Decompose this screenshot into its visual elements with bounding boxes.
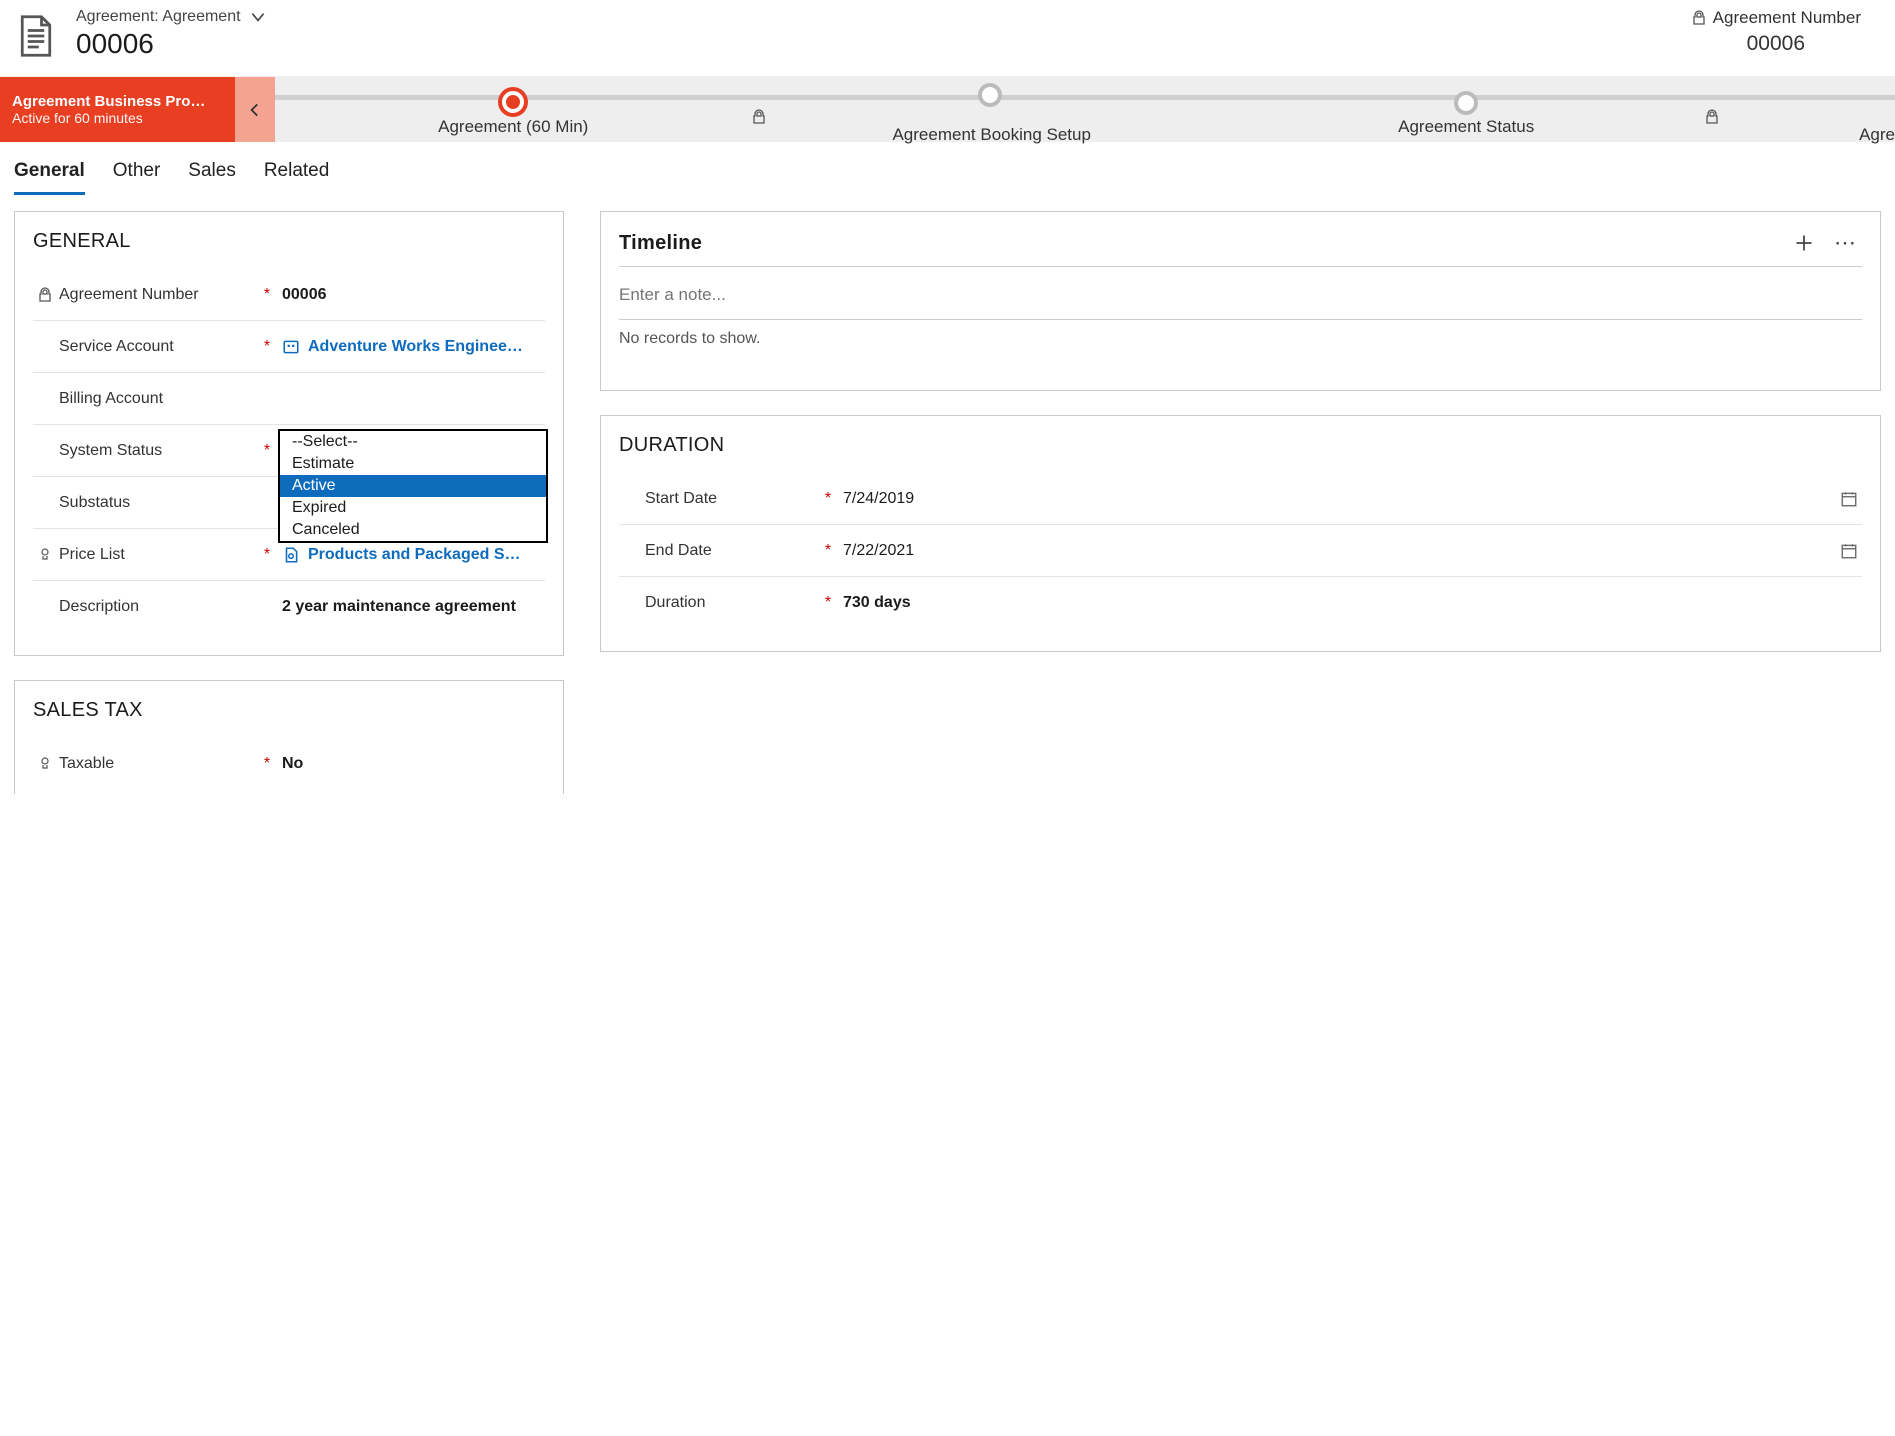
tab-other[interactable]: Other (113, 154, 161, 195)
section-sales-tax: SALES TAX Taxable * No (14, 680, 564, 794)
field-description: Description 2 year maintenance agreement (33, 581, 545, 633)
account-icon (282, 338, 300, 356)
header-key-field: Agreement Number 00006 (1691, 8, 1881, 56)
field-label: Substatus (59, 494, 130, 512)
section-duration: DURATION Start Date * 7/24/2019 End Date… (600, 415, 1881, 652)
required-indicator: * (260, 442, 274, 460)
chevron-down-icon (249, 8, 267, 26)
form-tabs: General Other Sales Related (0, 142, 1895, 195)
field-label: Price List (59, 546, 125, 564)
field-label: Service Account (59, 338, 174, 356)
field-taxable: Taxable * No (33, 738, 545, 790)
tab-general[interactable]: General (14, 154, 85, 195)
section-title: SALES TAX (33, 699, 545, 722)
required-indicator: * (260, 286, 274, 304)
section-general: GENERAL Agreement Number * 00006 Service… (14, 211, 564, 656)
timeline-add-button[interactable] (1794, 233, 1828, 253)
field-end-date: End Date * 7/22/2021 (619, 525, 1862, 577)
stage-circle-icon (498, 87, 528, 117)
header-key-label: Agreement Number (1713, 8, 1861, 28)
field-billing-account: Billing Account (33, 373, 545, 425)
stage-label: Agreement Status (1398, 117, 1534, 136)
recommendation-icon (37, 756, 53, 772)
field-label: Taxable (59, 755, 114, 773)
option-select[interactable]: --Select-- (280, 431, 546, 453)
lock-icon (1704, 109, 1895, 125)
lock-icon (37, 287, 53, 303)
breadcrumb-text: Agreement: Agreement (76, 8, 241, 26)
option-active[interactable]: Active (280, 475, 546, 497)
stage-booking-setup[interactable]: Agreement Booking Setup (751, 75, 1227, 145)
option-expired[interactable]: Expired (280, 497, 546, 519)
section-title: DURATION (619, 434, 1862, 457)
pricelist-icon (282, 546, 300, 564)
section-timeline: Timeline ⋯ No records to show. (600, 211, 1881, 391)
lock-icon (1691, 10, 1707, 26)
process-name: Agreement Business Pro… (12, 93, 223, 110)
calendar-icon[interactable] (1840, 490, 1858, 508)
required-indicator: * (260, 338, 274, 356)
lookup-link[interactable]: Adventure Works Enginee… (308, 338, 523, 356)
process-duration: Active for 60 minutes (12, 110, 223, 126)
required-indicator: * (821, 542, 835, 560)
field-value: 00006 (282, 286, 541, 304)
option-estimate[interactable]: Estimate (280, 453, 546, 475)
stage-label: Agreement Booking Setup (892, 125, 1090, 144)
field-label: Agreement Number (59, 286, 199, 304)
field-system-status: System Status * --Select-- Estimate Acti… (33, 425, 545, 477)
tab-related[interactable]: Related (264, 154, 330, 195)
header-key-value: 00006 (1691, 32, 1861, 56)
field-label: Billing Account (59, 390, 163, 408)
stage-agreement[interactable]: Agreement (60 Min) (275, 83, 751, 137)
field-label: Start Date (645, 490, 717, 508)
record-type-icon (14, 14, 58, 58)
stage-circle-icon (978, 83, 1002, 107)
field-service-account: Service Account * Adventure Works Engine… (33, 321, 545, 373)
stage-label: Agreement (60 Min) (438, 117, 588, 136)
option-canceled[interactable]: Canceled (280, 519, 546, 541)
required-indicator: * (821, 490, 835, 508)
calendar-icon[interactable] (1840, 542, 1858, 560)
page-title: 00006 (76, 28, 1673, 60)
lock-icon (751, 109, 1227, 125)
date-value[interactable]: 7/22/2021 (843, 542, 914, 560)
process-summary[interactable]: Agreement Business Pro… Active for 60 mi… (0, 77, 235, 142)
section-title: GENERAL (33, 230, 545, 253)
field-start-date: Start Date * 7/24/2019 (619, 473, 1862, 525)
recommendation-icon (37, 547, 53, 563)
tab-sales[interactable]: Sales (188, 154, 236, 195)
timeline-empty-text: No records to show. (619, 320, 1862, 368)
system-status-dropdown: --Select-- Estimate Active Expired Cance… (278, 429, 548, 543)
stage-circle-icon (1454, 91, 1478, 115)
text-input[interactable]: 2 year maintenance agreement (282, 598, 541, 616)
boolean-value[interactable]: No (282, 755, 541, 773)
field-duration: Duration * 730 days (619, 577, 1862, 629)
field-label: Duration (645, 594, 705, 612)
stage-label: Agre (1859, 125, 1895, 144)
stage-agreement-status[interactable]: Agreement Status (1228, 83, 1704, 137)
section-title: Timeline (619, 232, 1794, 255)
field-label: Description (59, 598, 139, 616)
date-value[interactable]: 7/24/2019 (843, 490, 914, 508)
timeline-more-button[interactable]: ⋯ (1828, 230, 1862, 256)
process-collapse-button[interactable] (235, 77, 275, 142)
lookup-link[interactable]: Products and Packaged S… (308, 546, 521, 564)
breadcrumb[interactable]: Agreement: Agreement (76, 8, 1673, 26)
duration-value[interactable]: 730 days (843, 594, 1858, 612)
business-process-flow: Agreement Business Pro… Active for 60 mi… (0, 76, 1895, 142)
field-label: End Date (645, 542, 712, 560)
timeline-note-input[interactable] (619, 277, 1862, 320)
required-indicator: * (260, 546, 274, 564)
field-agreement-number: Agreement Number * 00006 (33, 269, 545, 321)
field-label: System Status (59, 442, 162, 460)
required-indicator: * (260, 755, 274, 773)
required-indicator: * (821, 594, 835, 612)
process-stages: Agreement (60 Min) Agreement Booking Set… (275, 77, 1895, 142)
page-header: Agreement: Agreement 00006 Agreement Num… (0, 0, 1895, 76)
stage-truncated[interactable]: Agre (1704, 75, 1895, 145)
